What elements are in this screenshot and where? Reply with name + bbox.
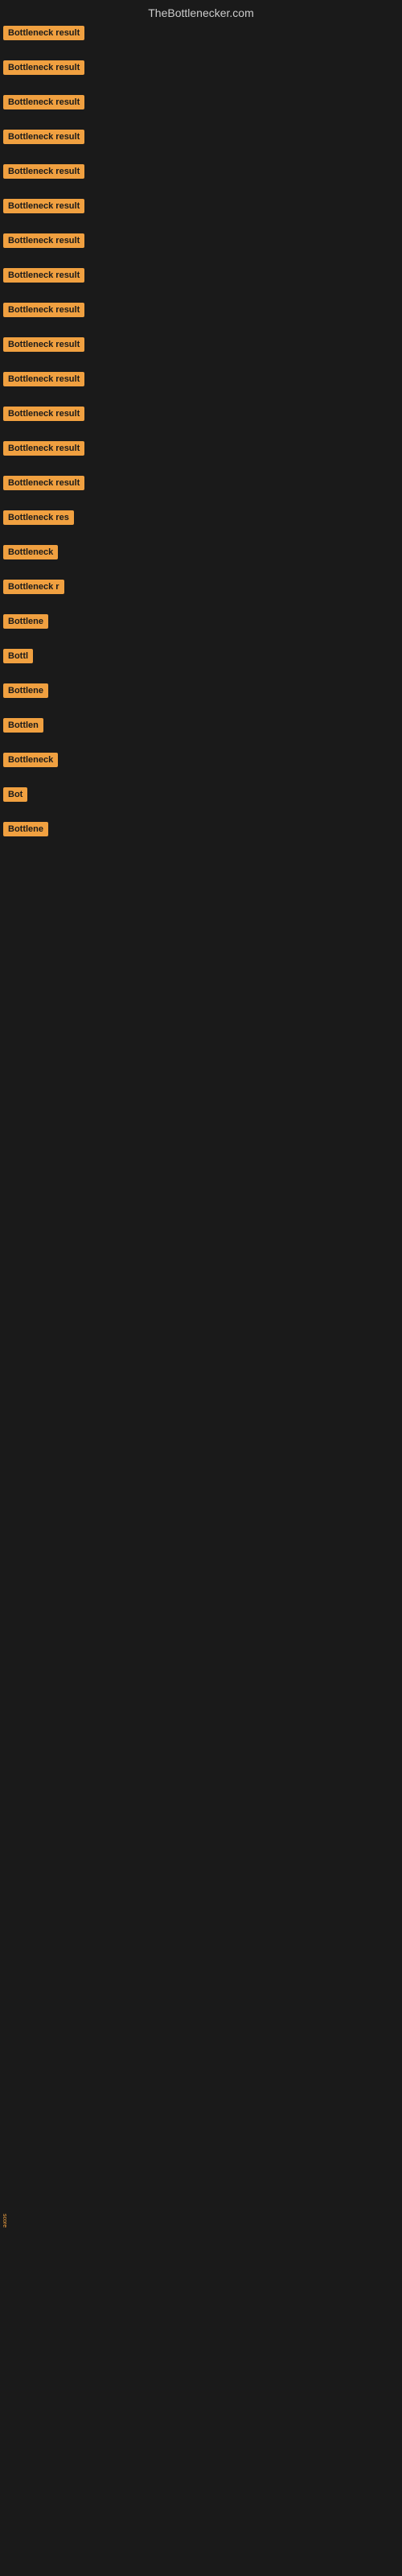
bottleneck-badge[interactable]: Bottleneck result — [3, 26, 84, 40]
list-item: Bottl — [2, 636, 402, 671]
list-item: Bottleneck result — [2, 324, 402, 359]
bottleneck-badge[interactable]: Bot — [3, 787, 27, 802]
bottleneck-badge[interactable]: Bottleneck result — [3, 337, 84, 352]
bottleneck-badge[interactable]: Bottleneck result — [3, 372, 84, 386]
list-item: Bottlene — [2, 601, 402, 636]
list-item: Bottleneck result — [2, 428, 402, 463]
bottleneck-badge[interactable]: Bottlene — [3, 822, 48, 836]
bottleneck-badge[interactable]: Bottleneck result — [3, 303, 84, 317]
bottleneck-list: Bottleneck result Bottleneck result Bottle… — [0, 23, 402, 844]
list-item: Bottlen — [2, 705, 402, 740]
bottleneck-badge[interactable]: Bottleneck result — [3, 441, 84, 456]
list-item: Bottleneck — [2, 740, 402, 774]
bottleneck-badge[interactable]: Bottleneck result — [3, 164, 84, 179]
site-header: TheBottlenecker.com — [0, 0, 402, 23]
list-item: Bottleneck result — [2, 463, 402, 497]
list-item: Bottleneck result — [2, 82, 402, 117]
bottleneck-badge[interactable]: Bottleneck result — [3, 407, 84, 421]
list-item: Bottleneck result — [2, 186, 402, 221]
bottleneck-badge[interactable]: Bottleneck result — [3, 130, 84, 144]
bottleneck-badge[interactable]: Bottleneck result — [3, 476, 84, 490]
tiny-score-label: score — [2, 2214, 7, 2227]
bottleneck-badge[interactable]: Bottleneck result — [3, 95, 84, 109]
bottleneck-badge[interactable]: Bottleneck — [3, 753, 58, 767]
list-item: Bottleneck result — [2, 221, 402, 255]
list-item: Bottleneck result — [2, 394, 402, 428]
list-item: Bottlene — [2, 809, 402, 844]
list-item: Bottlene — [2, 671, 402, 705]
list-item: Bottleneck result — [2, 47, 402, 82]
bottleneck-badge[interactable]: Bottleneck — [3, 545, 58, 559]
bottleneck-badge[interactable]: Bottlen — [3, 718, 43, 733]
bottleneck-badge[interactable]: Bottleneck result — [3, 60, 84, 75]
site-title: TheBottlenecker.com — [148, 6, 254, 19]
bottleneck-badge[interactable]: Bottleneck r — [3, 580, 64, 594]
bottleneck-badge[interactable]: Bottleneck result — [3, 199, 84, 213]
list-item: Bottleneck r — [2, 567, 402, 601]
bottleneck-badge[interactable]: Bottleneck result — [3, 268, 84, 283]
list-item: Bot — [2, 774, 402, 809]
bottleneck-badge[interactable]: Bottleneck res — [3, 510, 74, 525]
bottleneck-badge[interactable]: Bottlene — [3, 683, 48, 698]
list-item: Bottleneck result — [2, 151, 402, 186]
list-item: Bottleneck result — [2, 255, 402, 290]
list-item: Bottleneck result — [2, 359, 402, 394]
list-item: Bottleneck result — [2, 290, 402, 324]
bottleneck-badge[interactable]: Bottlene — [3, 614, 48, 629]
list-item: Bottleneck res — [2, 497, 402, 532]
list-item: Bottleneck result — [2, 117, 402, 151]
bottleneck-badge[interactable]: Bottl — [3, 649, 33, 663]
list-item: Bottleneck result — [2, 23, 402, 47]
list-item: Bottleneck — [2, 532, 402, 567]
bottleneck-badge[interactable]: Bottleneck result — [3, 233, 84, 248]
